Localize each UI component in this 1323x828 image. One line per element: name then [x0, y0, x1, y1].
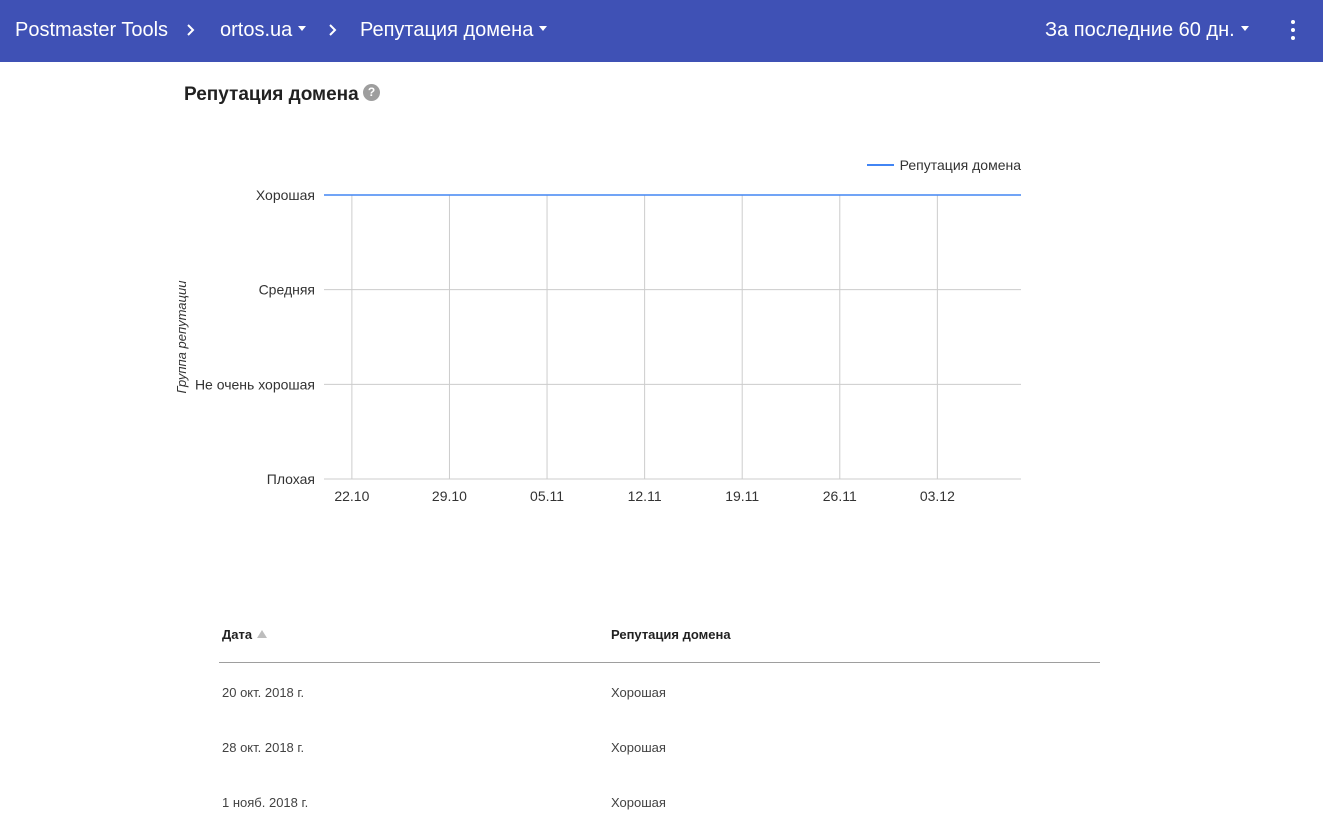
caret-down-icon — [298, 26, 307, 32]
caret-down-icon — [539, 26, 548, 32]
top-app-bar: Postmaster Tools ortos.ua Репутация доме… — [0, 0, 1323, 62]
more-vert-icon[interactable] — [1284, 18, 1302, 42]
section-selector-label: Репутация домена — [360, 19, 534, 41]
x-tick-label: 19.11 — [725, 488, 759, 504]
table-row: 20 окт. 2018 г. Хорошая — [219, 663, 1100, 718]
y-tick-label: Средняя — [259, 282, 315, 298]
table-row: 28 окт. 2018 г. Хорошая — [219, 718, 1100, 773]
date-header-label: Дата — [222, 627, 253, 642]
y-axis-title: Группа репутации — [174, 281, 189, 394]
y-tick-label: Не очень хорошая — [195, 376, 315, 392]
reputation-cell: Хорошая — [611, 795, 666, 810]
page-title: Репутация домена — [184, 84, 359, 105]
x-tick-label: 22.10 — [334, 488, 369, 504]
domain-selector-label: ortos.ua — [220, 19, 293, 41]
reputation-cell: Хорошая — [611, 685, 666, 700]
x-tick-label: 03.12 — [920, 488, 955, 504]
y-tick-label: Хорошая — [256, 187, 315, 203]
section-selector[interactable]: Репутация домена — [360, 17, 548, 43]
date-cell: 28 окт. 2018 г. — [222, 740, 305, 755]
reputation-chart: Плохая Не очень хорошая Средняя Хорошая 22.1… — [174, 157, 1022, 504]
app-title[interactable]: Postmaster Tools — [15, 17, 168, 43]
table-header: Дата Репутация домена — [219, 612, 1100, 663]
period-selector[interactable]: За последние 60 дн. — [1045, 17, 1249, 43]
chevron-right-icon — [329, 24, 337, 36]
date-cell: 1 нояб. 2018 г. — [222, 795, 309, 810]
x-tick-label: 12.11 — [628, 488, 662, 504]
y-tick-label: Плохая — [267, 471, 315, 487]
reputation-cell: Хорошая — [611, 740, 666, 755]
x-tick-label: 29.10 — [432, 488, 467, 504]
x-tick-label: 05.11 — [530, 488, 564, 504]
caret-down-icon — [1240, 26, 1249, 32]
domain-selector[interactable]: ortos.ua — [220, 17, 307, 43]
date-cell: 20 окт. 2018 г. — [222, 685, 305, 700]
x-tick-label: 26.11 — [823, 488, 857, 504]
help-icon[interactable]: ? — [363, 84, 380, 101]
period-selector-label: За последние 60 дн. — [1045, 19, 1235, 41]
chevron-right-icon — [187, 24, 195, 36]
legend-label: Репутация домена — [900, 157, 1022, 173]
reputation-column-header[interactable]: Репутация домена — [611, 627, 731, 642]
date-column-header[interactable]: Дата — [222, 627, 268, 642]
reputation-table: Дата Репутация домена 20 окт. 2018 г. Хо… — [219, 612, 1100, 828]
sort-ascending-icon — [257, 629, 268, 638]
table-row: 1 нояб. 2018 г. Хорошая — [219, 773, 1100, 828]
